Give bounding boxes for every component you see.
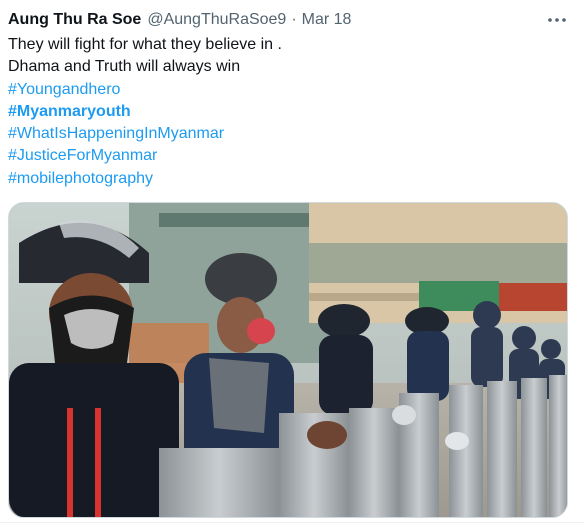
more-horizontal-icon	[547, 17, 567, 23]
author-handle[interactable]: @AungThuRaSoe9	[147, 9, 286, 31]
tweet-card[interactable]: Aung Thu Ra Soe @AungThuRaSoe9 · Mar 18 …	[0, 0, 584, 523]
hashtag-link[interactable]: #Myanmaryouth	[8, 101, 568, 123]
tweet-text: They will fight for what they believe in…	[8, 34, 568, 190]
author-name[interactable]: Aung Thu Ra Soe	[8, 9, 141, 31]
more-options-button[interactable]	[544, 9, 570, 31]
hashtag-link[interactable]: #JusticeForMyanmar	[8, 145, 568, 167]
photo-illustration	[9, 203, 567, 517]
hashtag-link[interactable]: #Youngandhero	[8, 79, 568, 101]
hashtag-link[interactable]: #WhatIsHappeningInMyanmar	[8, 123, 568, 145]
tweet-header: Aung Thu Ra Soe @AungThuRaSoe9 · Mar 18	[8, 9, 351, 31]
tweet-date[interactable]: Mar 18	[302, 9, 352, 31]
tweet-photo[interactable]	[8, 202, 568, 518]
header-separator: ·	[291, 11, 297, 28]
tweet-text-line: They will fight for what they believe in…	[8, 36, 282, 53]
hashtag-link[interactable]: #mobilephotography	[8, 168, 568, 190]
tweet-text-line: Dhama and Truth will always win	[8, 58, 241, 76]
